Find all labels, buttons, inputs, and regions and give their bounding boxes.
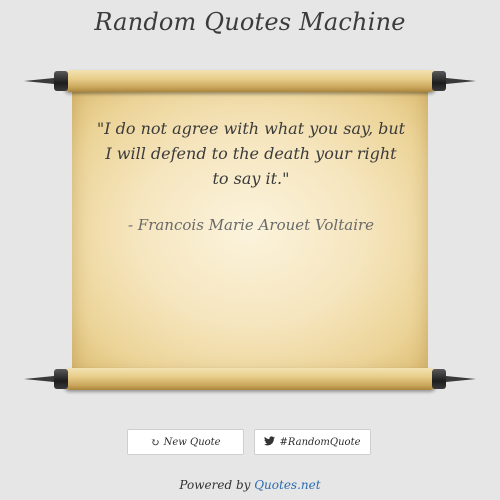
quotes-net-link[interactable]: Quotes.net xyxy=(254,478,320,492)
top-left-knob xyxy=(54,71,68,91)
footer: Powered by Quotes.net xyxy=(0,478,500,492)
refresh-icon: ↻ xyxy=(150,435,160,449)
top-right-spike xyxy=(446,78,476,84)
top-right-knob xyxy=(432,71,446,91)
top-left-spike xyxy=(24,78,54,84)
page-title: Random Quotes Machine xyxy=(94,8,406,36)
twitter-icon xyxy=(264,435,276,449)
tweet-label: #RandomQuote xyxy=(279,436,361,448)
bottom-right-knob xyxy=(432,369,446,389)
footer-prefix: Powered by xyxy=(179,478,255,492)
scroll-bottom-rod xyxy=(64,368,436,390)
tweet-quote-button[interactable]: #RandomQuote xyxy=(254,429,371,455)
quote-text: "I do not agree with what you say, but I… xyxy=(96,119,406,188)
bottom-right-spike xyxy=(446,376,476,382)
quote-author: - Francois Marie Arouet Voltaire xyxy=(127,216,375,234)
scroll-top-rod xyxy=(64,70,436,92)
bottom-left-spike xyxy=(24,376,54,382)
bottom-left-knob xyxy=(54,369,68,389)
new-quote-label: New Quote xyxy=(163,436,221,448)
new-quote-button[interactable]: ↻ New Quote xyxy=(127,429,244,455)
